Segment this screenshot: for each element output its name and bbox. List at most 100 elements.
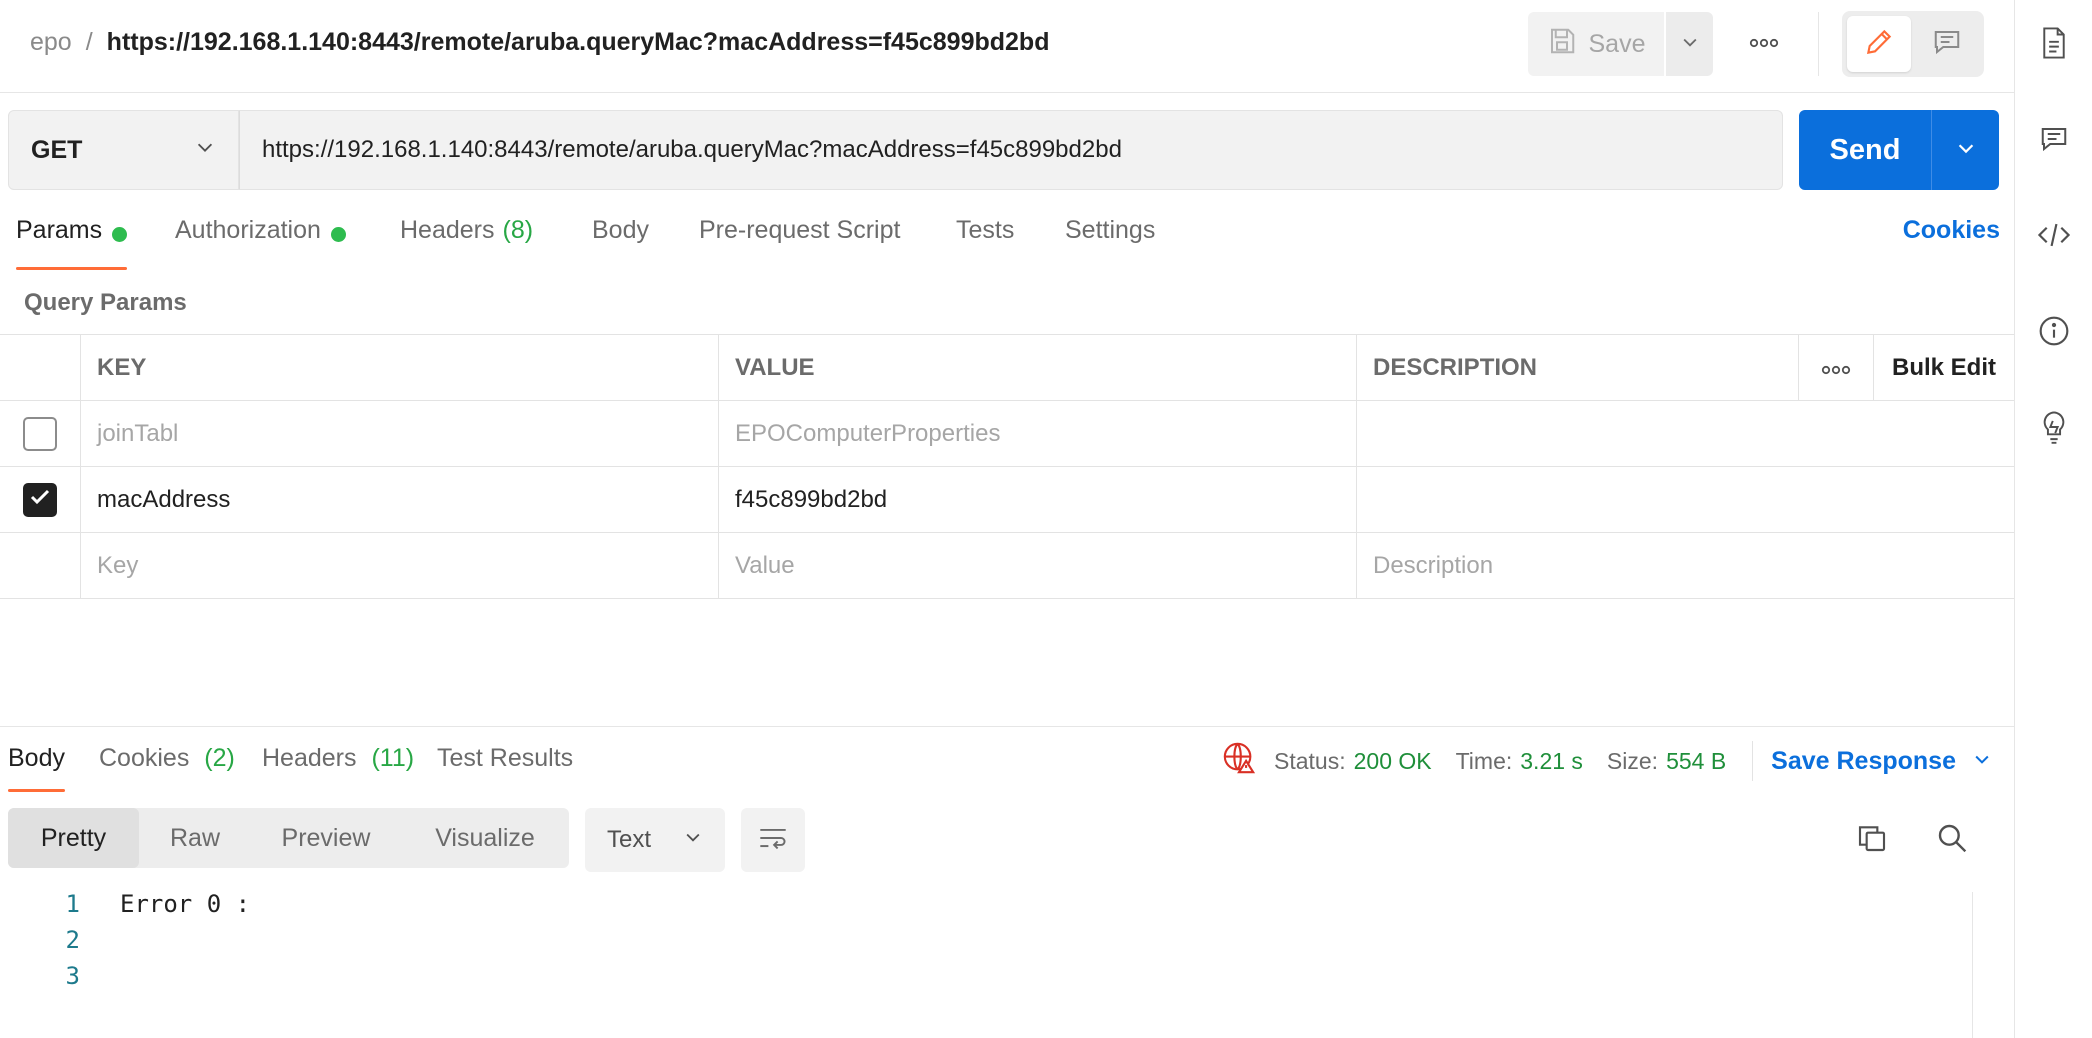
view-pretty[interactable]: Pretty [8,808,139,868]
response-status: Status: 200 OK Time: 3.21 s Size: 554 B … [1222,741,1992,781]
url-input[interactable]: https://192.168.1.140:8443/remote/aruba.… [239,110,1783,190]
chevron-down-icon [194,136,216,165]
response-tab-body[interactable]: Body [8,744,65,792]
tab-headers[interactable]: Headers (8) [400,216,533,274]
request-bar: GET https://192.168.1.140:8443/remote/ar… [8,110,1783,190]
checkmark-icon [28,485,52,516]
view-visualize[interactable]: Visualize [401,808,569,868]
tab-params[interactable]: Params [16,216,128,274]
send-options-button[interactable] [1932,110,1999,190]
param-checkbox[interactable] [23,483,57,517]
chevron-down-icon [1972,747,1992,776]
tab-authorization[interactable]: Authorization [175,216,346,274]
view-raw[interactable]: Raw [139,808,251,868]
send-group: Send [1799,110,1999,190]
new-value-input[interactable]: Value [719,533,1357,599]
response-tab-cookies[interactable]: Cookies (2) [99,744,235,792]
param-value[interactable]: f45c899bd2bd [719,467,1357,533]
documentation-icon[interactable] [2037,26,2071,60]
code-icon[interactable] [2037,218,2071,252]
send-button[interactable]: Send [1799,110,1932,190]
response-pane-divider[interactable] [0,726,2014,727]
info-icon[interactable] [2037,314,2071,348]
save-label: Save [1588,29,1646,58]
tab-label: Settings [1065,216,1156,244]
view-preview[interactable]: Preview [251,808,401,868]
status-value[interactable]: 200 OK [1354,748,1432,775]
tab-tests[interactable]: Tests [956,216,1014,274]
view-mode-toggle: Pretty Raw Preview Visualize [8,808,569,868]
wrap-lines-button[interactable] [741,808,805,872]
column-key: KEY [81,335,719,401]
wrap-lines-icon [758,825,788,856]
column-value: VALUE [719,335,1357,401]
top-bar: epo / https://192.168.1.140:8443/remote/… [0,0,2014,93]
row-checkbox-cell [0,401,81,467]
tab-label: Body [592,216,649,244]
line-number: 3 [65,962,80,990]
table-row: macAddress f45c899bd2bd [0,467,2014,533]
code-line: 1 Error 0 : [0,890,1972,926]
size-value[interactable]: 554 B [1666,748,1726,775]
param-description[interactable] [1357,401,2014,467]
lightbulb-icon[interactable] [2037,410,2071,444]
tab-settings[interactable]: Settings [1065,216,1155,274]
comment-mode-button[interactable] [1915,16,1979,72]
bulk-edit-button[interactable]: Bulk Edit [1874,335,2014,401]
request-title[interactable]: https://192.168.1.140:8443/remote/aruba.… [107,28,1050,57]
format-select[interactable]: Text [585,808,725,872]
tab-body[interactable]: Body [592,216,649,274]
table-header: KEY VALUE DESCRIPTION Bulk Edit [0,335,2014,401]
param-description[interactable] [1357,467,2014,533]
mode-toggle [1842,11,1984,77]
line-text: Error 0 : [120,890,251,918]
search-icon [1936,822,1968,859]
header-checkbox-cell [0,335,81,401]
save-response-button[interactable]: Save Response [1771,747,1992,776]
code-line: 2 [0,926,1972,962]
copy-icon [1856,822,1888,859]
tab-label: Authorization [175,216,321,244]
cookies-link[interactable]: Cookies [1903,216,2000,245]
save-button[interactable]: Save [1528,12,1664,76]
param-key[interactable]: macAddress [81,467,719,533]
breadcrumb-collection[interactable]: epo [30,28,72,57]
save-options-button[interactable] [1666,12,1713,76]
status-dot [330,227,346,242]
right-sidebar [2014,0,2092,1038]
tab-label: Headers [400,216,495,244]
column-options-button[interactable] [1799,335,1874,401]
save-group: Save [1528,12,1713,76]
method-label: GET [31,135,83,164]
more-icon [1749,35,1779,53]
globe-warning-icon[interactable] [1222,741,1256,781]
response-body-editor[interactable]: 1 Error 0 : 2 3 [0,890,1972,1038]
response-tab-test-results[interactable]: Test Results [437,744,573,792]
more-actions-button[interactable] [1742,22,1786,66]
search-response-button[interactable] [1932,820,1972,860]
param-checkbox[interactable] [23,417,57,451]
new-key-input[interactable]: Key [81,533,719,599]
method-select[interactable]: GET [8,110,239,190]
param-value[interactable]: EPOComputerProperties [719,401,1357,467]
tab-label: Pre-request Script [699,216,901,244]
row-checkbox-cell [0,467,81,533]
response-tab-headers[interactable]: Headers (11) [262,744,414,792]
copy-response-button[interactable] [1852,820,1892,860]
tab-label: Test Results [437,744,574,772]
chevron-down-icon [1680,32,1700,57]
tab-count: (2) [204,744,235,772]
edit-mode-button[interactable] [1847,16,1911,72]
time-label: Time: [1455,747,1513,774]
request-tabs: Params Authorization Headers (8) Body Pre… [0,216,2000,274]
line-number: 1 [65,890,80,918]
breadcrumb-separator: / [85,28,93,56]
tab-label: Body [8,744,65,772]
tab-label: Tests [956,216,1015,244]
comments-icon[interactable] [2037,122,2071,156]
new-description-input[interactable]: Description [1357,533,2014,599]
time-value[interactable]: 3.21 s [1520,748,1583,775]
editor-scrollbar[interactable] [1972,892,1973,1038]
param-key[interactable]: joinTabl [81,401,719,467]
tab-pre-request-script[interactable]: Pre-request Script [699,216,900,274]
